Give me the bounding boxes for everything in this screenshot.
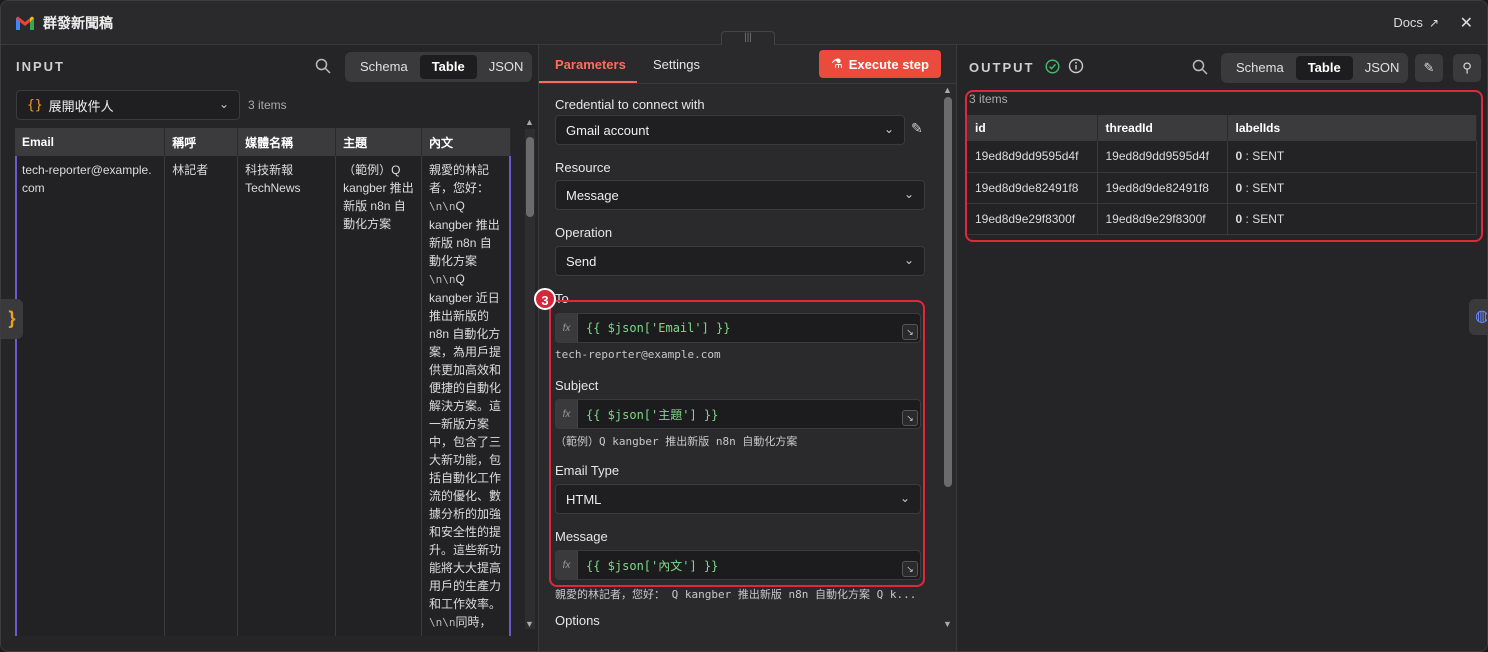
- tab-table[interactable]: Table: [419, 55, 477, 79]
- tab-settings[interactable]: Settings: [653, 57, 700, 72]
- params-scrollbar-thumb[interactable]: [944, 97, 952, 487]
- execute-step-button[interactable]: ⚗ Execute step: [819, 50, 941, 78]
- chevron-down-icon: ⌄: [903, 187, 914, 201]
- body-text: Q kangber 近日推出新版的 n8n 自動化方案，為用戶提供更加高效和便捷…: [429, 272, 502, 611]
- gmail-logo-icon: [16, 16, 34, 30]
- input-items-count: 3 items: [248, 98, 287, 112]
- execute-step-label: Execute step: [848, 56, 929, 72]
- docs-label: Docs: [1393, 15, 1423, 30]
- tab-schema[interactable]: Schema: [1224, 56, 1296, 80]
- params-scrollbar[interactable]: [943, 95, 953, 625]
- input-panel: INPUT Schema Table JSON {} 展開收件人 ⌄ 3 ite…: [1, 45, 539, 651]
- input-view-toggle: Schema Table JSON: [345, 52, 532, 82]
- row-selection-indicator-right: [509, 156, 511, 636]
- input-panel-label: INPUT: [16, 59, 65, 74]
- edit-output-icon[interactable]: ✎: [1415, 54, 1443, 82]
- operation-label: Operation: [555, 225, 613, 240]
- output-view-toggle: Schema Table JSON: [1221, 53, 1408, 83]
- input-scrollbar[interactable]: [525, 129, 535, 629]
- input-table: Email 稱呼 媒體名稱 主題 內文 tech-reporter@exampl…: [15, 128, 511, 636]
- credential-select[interactable]: Gmail account ⌄: [555, 115, 905, 145]
- credential-label: Credential to connect with: [555, 97, 705, 112]
- tab-json[interactable]: JSON: [477, 55, 536, 79]
- body-text: 同時，: [455, 615, 492, 629]
- chevron-down-icon: ⌄: [218, 97, 229, 111]
- info-icon[interactable]: [1068, 58, 1084, 79]
- input-node-select[interactable]: {} 展開收件人 ⌄: [16, 90, 240, 120]
- column-header-subject: 主題: [335, 128, 423, 156]
- node-modal: 群發新聞稿 Docs ↗ ✕ ||| INPUT Schema Table JS…: [0, 0, 1488, 652]
- cell-salutation: 林記者: [164, 156, 239, 636]
- success-check-icon: [1045, 59, 1060, 79]
- input-node-select-value: 展開收件人: [48, 98, 114, 114]
- highlight-box: [549, 300, 925, 587]
- tab-divider: [539, 83, 957, 84]
- scroll-down-icon[interactable]: ▼: [525, 619, 534, 629]
- input-scrollbar-thumb[interactable]: [526, 137, 534, 217]
- search-icon[interactable]: [1192, 59, 1208, 79]
- search-icon[interactable]: [315, 58, 331, 78]
- resource-select[interactable]: Message ⌄: [555, 180, 925, 210]
- row-selection-indicator: [15, 156, 17, 636]
- cell-body: 親愛的林記者，您好：\n\nQ kangber 推出新版 n8n 自動化方案\n…: [421, 156, 511, 636]
- operation-select[interactable]: Send ⌄: [555, 246, 925, 276]
- body-text: 親愛的林記者，您好：: [429, 163, 490, 195]
- window-title: 群發新聞稿: [43, 14, 113, 31]
- parameters-panel: Parameters Settings ⚗ Execute step Crede…: [534, 45, 957, 651]
- cell-email: tech-reporter@example.com: [15, 156, 166, 636]
- scroll-up-icon[interactable]: ▲: [525, 117, 534, 127]
- resource-label: Resource: [555, 160, 611, 175]
- docs-link[interactable]: Docs ↗: [1393, 15, 1439, 30]
- tab-table[interactable]: Table: [1295, 56, 1353, 80]
- step-badge: 3: [534, 288, 556, 310]
- cell-subject: （範例）Q kangber 推出新版 n8n 自動化方案: [335, 156, 423, 636]
- operation-value: Send: [566, 253, 597, 269]
- scroll-up-icon[interactable]: ▲: [943, 85, 952, 95]
- escape-sequence: \n\n: [429, 200, 456, 213]
- external-link-icon: ↗: [1428, 15, 1439, 30]
- braces-icon: {}: [27, 97, 43, 113]
- tab-json[interactable]: JSON: [1353, 56, 1412, 80]
- flask-icon: ⚗: [831, 56, 843, 71]
- tab-parameters[interactable]: Parameters: [555, 57, 626, 72]
- column-header-email: Email: [15, 128, 166, 156]
- side-panel-toggle[interactable]: }: [1, 299, 23, 339]
- pin-icon[interactable]: ⚲: [1453, 54, 1481, 82]
- scroll-down-icon[interactable]: ▼: [943, 619, 952, 629]
- escape-sequence: \n\n: [429, 616, 456, 629]
- edit-pencil-icon[interactable]: ✎: [911, 120, 923, 137]
- escape-sequence: \n\n: [429, 273, 456, 286]
- chevron-down-icon: ⌄: [903, 253, 914, 267]
- table-row: tech-reporter@example.com 林記者 科技新報 TechN…: [15, 156, 511, 636]
- globe-icon[interactable]: ◍: [1469, 299, 1487, 335]
- message-preview: 親愛的林記者，您好： Q kangber 推出新版 n8n 自動化方案 Q k.…: [555, 588, 917, 601]
- options-label: Options: [555, 613, 600, 628]
- column-header-body: 內文: [421, 128, 511, 156]
- output-panel-label: OUTPUT: [969, 60, 1035, 75]
- resource-value: Message: [566, 187, 619, 203]
- credential-value: Gmail account: [566, 122, 650, 138]
- column-header-media: 媒體名稱: [237, 128, 337, 156]
- chevron-down-icon: ⌄: [883, 122, 894, 136]
- output-highlight-box: [965, 90, 1483, 242]
- tab-schema[interactable]: Schema: [348, 55, 420, 79]
- cell-media: 科技新報 TechNews: [237, 156, 337, 636]
- close-icon[interactable]: ✕: [1460, 13, 1473, 33]
- panel-drag-handle[interactable]: |||: [721, 31, 775, 45]
- column-header-salutation: 稱呼: [164, 128, 239, 156]
- output-panel: OUTPUT Schema Table JSON ✎ ⚲ 3 items id …: [957, 45, 1487, 651]
